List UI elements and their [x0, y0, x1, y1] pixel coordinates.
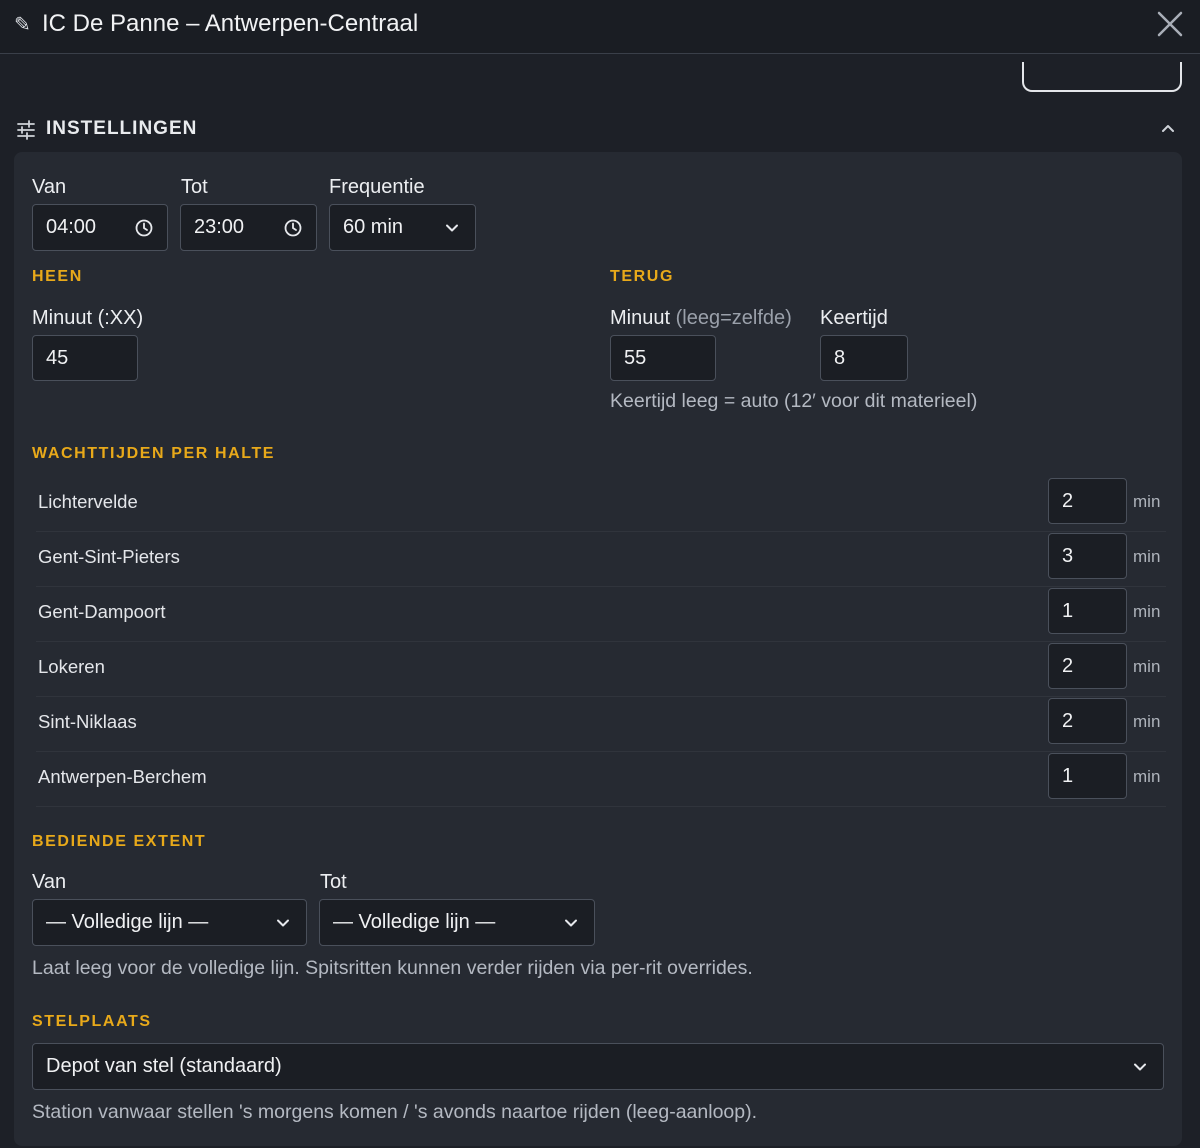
wait-time-unit: min [1133, 492, 1161, 511]
wait-time-input[interactable]: 2 [1048, 698, 1127, 744]
tot-time-input[interactable]: 23:00 [180, 204, 317, 251]
extent-tot-select[interactable]: — Volledige lijn — [319, 899, 595, 946]
stelplaats-select[interactable]: Depot van stel (standaard) [32, 1043, 1164, 1090]
keertijd-value: 8 [834, 346, 846, 369]
wait-time-unit: min [1133, 602, 1161, 621]
clock-icon[interactable] [134, 218, 154, 238]
frequentie-select[interactable]: 60 min [329, 204, 476, 251]
stop-name: Antwerpen-Berchem [38, 766, 207, 787]
extent-van-label: Van [32, 871, 67, 893]
terug-minute-label-text: Minuut [610, 307, 671, 329]
heen-minute-input[interactable]: 45 [32, 335, 138, 381]
partial-button[interactable] [1022, 62, 1182, 92]
stop-name: Lokeren [38, 656, 105, 677]
pencil-icon: ✎ [14, 14, 31, 36]
terug-heading: TERUG [610, 268, 674, 285]
list-item: Sint-Niklaas 2 min [36, 697, 1166, 752]
extent-van-select[interactable]: — Volledige lijn — [32, 899, 307, 946]
settings-header[interactable]: INSTELLINGEN [14, 114, 1186, 144]
extent-heading: BEDIENDE EXTENT [32, 833, 207, 850]
extent-tot-label: Tot [320, 871, 347, 893]
wait-time-input[interactable]: 1 [1048, 753, 1127, 799]
list-item: Gent-Dampoort 1 min [36, 587, 1166, 642]
stop-name: Gent-Dampoort [38, 601, 166, 622]
keertijd-input[interactable]: 8 [820, 335, 908, 381]
keertijd-label: Keertijd [820, 307, 888, 329]
stelplaats-heading: STELPLAATS [32, 1013, 152, 1030]
chevron-down-icon [1134, 1063, 1146, 1070]
extent-tot-value: — Volledige lijn — [333, 911, 496, 933]
chevron-up-icon[interactable] [1158, 118, 1178, 138]
section-title: INSTELLINGEN [46, 118, 198, 139]
list-item: Lokeren 2 min [36, 642, 1166, 697]
stop-name: Gent-Sint-Pieters [38, 546, 180, 567]
chevron-down-icon [565, 919, 577, 926]
list-item: Gent-Sint-Pieters 3 min [36, 532, 1166, 587]
extent-van-value: — Volledige lijn — [46, 911, 209, 933]
tot-time-value: 23:00 [194, 216, 245, 238]
wait-time-unit: min [1133, 712, 1161, 731]
stelplaats-hint: Station vanwaar stellen 's morgens komen… [32, 1101, 758, 1123]
van-label: Van [32, 176, 67, 198]
clock-icon[interactable] [283, 218, 303, 238]
dialog-title: IC De Panne – Antwerpen-Centraal [42, 10, 419, 37]
frequentie-value: 60 min [343, 216, 404, 238]
wait-time-input[interactable]: 2 [1048, 478, 1127, 524]
heen-heading: HEEN [32, 268, 83, 285]
van-time-input[interactable]: 04:00 [32, 204, 168, 251]
settings-panel: Van 04:00 Tot 23:00 Frequentie 60 min HE… [14, 152, 1182, 1146]
terug-minute-label: Minuut (leeg=zelfde) [610, 307, 792, 330]
heen-minute-label: Minuut (:XX) [32, 307, 144, 329]
wait-time-input[interactable]: 2 [1048, 643, 1127, 689]
wachttijden-heading: WACHTTIJDEN PER HALTE [32, 445, 276, 462]
terug-minute-input[interactable]: 55 [610, 335, 716, 381]
title-bar: ✎ IC De Panne – Antwerpen-Centraal [0, 0, 1200, 54]
terug-minute-sublabel: (leeg=zelfde) [675, 307, 792, 329]
wait-time-input[interactable]: 1 [1048, 588, 1127, 634]
chevron-down-icon [446, 224, 458, 231]
chevron-down-icon [277, 919, 289, 926]
frequentie-label: Frequentie [329, 176, 425, 198]
wait-time-unit: min [1133, 547, 1161, 566]
heen-minute-value: 45 [46, 346, 69, 369]
terug-minute-value: 55 [624, 346, 647, 369]
stop-name: Sint-Niklaas [38, 711, 137, 732]
list-item: Antwerpen-Berchem 1 min [36, 752, 1166, 807]
list-item: Lichtervelde 2 min [36, 477, 1166, 532]
van-time-value: 04:00 [46, 216, 97, 238]
stop-name: Lichtervelde [38, 491, 138, 512]
keertijd-hint: Keertijd leeg = auto (12′ voor dit mater… [610, 390, 978, 412]
sliders-icon [16, 120, 36, 140]
extent-hint: Laat leeg voor de volledige lijn. Spitsr… [32, 957, 753, 979]
close-icon[interactable] [1154, 8, 1186, 40]
tot-label: Tot [181, 176, 208, 198]
wait-time-unit: min [1133, 657, 1161, 676]
stelplaats-value: Depot van stel (standaard) [46, 1055, 282, 1077]
wait-time-unit: min [1133, 767, 1161, 786]
wait-time-input[interactable]: 3 [1048, 533, 1127, 579]
